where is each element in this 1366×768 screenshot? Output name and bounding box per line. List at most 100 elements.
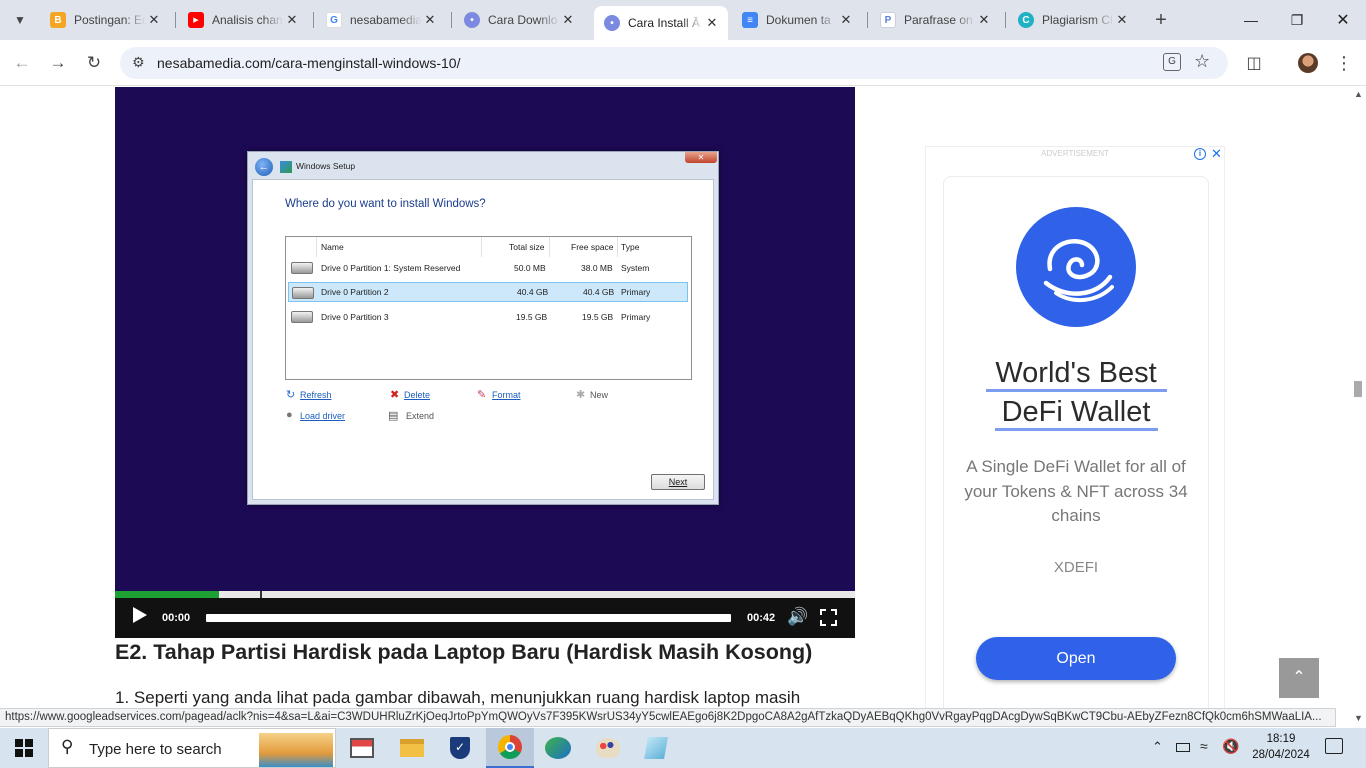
video-player[interactable]: ← Windows Setup ✕ Where do you want to i… xyxy=(115,87,855,638)
ad-info-icon[interactable]: i xyxy=(1194,148,1206,160)
clock[interactable]: 18:19 28/04/2024 xyxy=(1245,731,1317,763)
close-icon[interactable]: ✕ xyxy=(704,15,720,31)
volume-mute-icon[interactable]: 🔇 xyxy=(1222,738,1239,755)
ad-brand: XDEFI xyxy=(1053,559,1099,576)
scroll-to-top-button[interactable]: ⌃ xyxy=(1279,658,1319,698)
notification-icon[interactable] xyxy=(1325,738,1343,754)
extend-link: Extend xyxy=(406,411,435,421)
setup-window-icon xyxy=(280,161,292,173)
advertisement[interactable]: ADVERTISEMENT i ✕ World's Best DeFi Wall… xyxy=(925,146,1225,709)
seek-bar[interactable] xyxy=(206,614,731,622)
tab-search-button[interactable]: ▼ xyxy=(6,6,34,34)
minimize-button[interactable]: — xyxy=(1228,0,1274,40)
fullscreen-icon[interactable] xyxy=(820,609,837,626)
taskbar-app-file-explorer[interactable] xyxy=(388,728,436,768)
refresh-link: Refresh xyxy=(300,390,332,400)
format-link: Format xyxy=(492,390,521,400)
taskbar-app-paint[interactable] xyxy=(584,728,632,768)
extend-icon: ▤ xyxy=(388,410,399,422)
scroll-down-arrow[interactable]: ▼ xyxy=(1354,713,1363,723)
tab-postingan[interactable]: B Postingan: Ed ✕ xyxy=(40,6,170,34)
tab-cara-download[interactable]: • Cara Downlo ✕ xyxy=(454,6,584,34)
close-icon[interactable]: ✕ xyxy=(560,12,576,28)
new-tab-button[interactable]: + xyxy=(1147,6,1175,34)
tab-plagiarism[interactable]: C Plagiarism Cl ✕ xyxy=(1008,6,1138,34)
url-text[interactable]: nesabamedia.com/cara-menginstall-windows… xyxy=(157,55,460,71)
close-icon[interactable]: ✕ xyxy=(146,12,162,28)
forward-button[interactable]: → xyxy=(44,49,72,77)
close-icon[interactable]: ✕ xyxy=(422,12,438,28)
tab-google-search[interactable]: G nesabamedia ✕ xyxy=(316,6,446,34)
paraphrase-icon: P xyxy=(880,12,896,28)
video-controls: 00:00 00:42 🔊 xyxy=(115,598,855,638)
ad-headline-2: DeFi Wallet xyxy=(1001,396,1151,428)
restore-button[interactable]: ❐ xyxy=(1274,0,1320,40)
article-paragraph: 1. Seperti yang anda lihat pada gambar d… xyxy=(115,688,801,707)
taskbar-app-notes[interactable] xyxy=(632,728,680,768)
close-icon[interactable]: ✕ xyxy=(1114,12,1130,28)
partition-table: Name Total size Free space Type Drive 0 … xyxy=(285,236,692,380)
close-icon[interactable]: ✕ xyxy=(838,12,854,28)
close-window-button[interactable]: ✕ xyxy=(1320,0,1366,40)
windows-setup-dialog: ← Windows Setup ✕ Where do you want to i… xyxy=(247,151,719,505)
setup-window-title: Windows Setup xyxy=(296,161,356,171)
browser-tab-strip: ▼ B Postingan: Ed ✕ ▶ Analisis chan ✕ G … xyxy=(0,0,1366,40)
video-buffered-bar xyxy=(115,591,219,598)
start-button[interactable] xyxy=(0,728,48,768)
delete-link: Delete xyxy=(404,390,431,400)
battery-icon[interactable] xyxy=(1176,743,1190,752)
search-icon: ⚲ xyxy=(61,737,74,756)
taskbar-app-download-manager[interactable] xyxy=(534,728,582,768)
tab-parafrase[interactable]: P Parafrase on ✕ xyxy=(870,6,1000,34)
youtube-icon: ▶ xyxy=(188,12,204,28)
new-link: New xyxy=(590,390,609,400)
close-icon[interactable]: ✕ xyxy=(976,12,992,28)
setup-close-button: ✕ xyxy=(685,152,717,163)
ad-close-icon[interactable]: ✕ xyxy=(1211,146,1222,162)
avatar[interactable] xyxy=(1298,53,1318,73)
taskbar-app-photo[interactable] xyxy=(338,728,386,768)
current-time: 00:00 xyxy=(162,612,191,624)
docs-icon: ≡ xyxy=(742,12,758,28)
play-icon[interactable] xyxy=(133,607,147,623)
volume-icon[interactable]: 🔊 xyxy=(787,607,808,627)
scroll-thumb[interactable] xyxy=(1354,381,1362,397)
new-icon: ✱ xyxy=(576,389,586,401)
partition-row: Drive 0 Partition 1: System Reserved 50.… xyxy=(288,258,688,278)
address-bar[interactable]: ⚙ nesabamedia.com/cara-menginstall-windo… xyxy=(120,47,1228,79)
article-heading: E2. Tahap Partisi Hardisk pada Laptop Ba… xyxy=(115,640,813,664)
site-info-icon[interactable]: ⚙ xyxy=(132,54,145,71)
scroll-up-arrow[interactable]: ▲ xyxy=(1354,89,1363,99)
clock-date: 28/04/2024 xyxy=(1252,749,1310,761)
taskbar-search[interactable]: ⚲ Type here to search xyxy=(48,728,336,768)
load-driver-icon: ● xyxy=(286,409,293,421)
tab-cara-install[interactable]: • Cara Install Ā ✕ xyxy=(594,6,728,40)
menu-kebab-icon[interactable]: ⋮ xyxy=(1330,49,1358,77)
tab-analisis[interactable]: ▶ Analisis chan ✕ xyxy=(178,6,308,34)
page-scrollbar[interactable]: ▲ ▼ xyxy=(1350,87,1366,728)
ad-card: World's Best DeFi Wallet A Single DeFi W… xyxy=(943,176,1209,709)
translate-icon[interactable]: G xyxy=(1163,53,1181,71)
video-progress-track[interactable] xyxy=(115,591,855,598)
wifi-icon[interactable]: ≈ xyxy=(1200,738,1208,754)
ad-open-button[interactable]: Open xyxy=(976,637,1176,680)
duration: 00:42 xyxy=(747,612,776,624)
bookmark-star-icon[interactable]: ☆ xyxy=(1194,51,1210,72)
reload-button[interactable]: ↻ xyxy=(80,49,108,77)
taskbar-app-security[interactable]: ✓ xyxy=(436,728,484,768)
web-page: ← Windows Setup ✕ Where do you want to i… xyxy=(0,87,1350,709)
taskbar-app-chrome[interactable] xyxy=(486,728,534,768)
windows-taskbar: ⚲ Type here to search ✓ ⌃ ≈ 🔇 18:19 28/0… xyxy=(0,728,1366,768)
drive-icon xyxy=(292,287,314,299)
show-hidden-icons-icon[interactable]: ⌃ xyxy=(1152,739,1163,755)
tab-dokumen[interactable]: ≡ Dokumen ta ✕ xyxy=(732,6,862,34)
close-icon[interactable]: ✕ xyxy=(284,12,300,28)
next-button: Next xyxy=(651,474,705,490)
extensions-icon[interactable]: ◫ xyxy=(1240,49,1268,77)
plagiarism-icon: C xyxy=(1018,12,1034,28)
back-button[interactable]: ← xyxy=(8,49,36,77)
format-icon: ✎ xyxy=(477,389,487,401)
delete-icon: ✖ xyxy=(390,389,400,401)
ad-body: A Single DeFi Wallet for all of your Tok… xyxy=(964,457,1188,525)
browser-toolbar: ← → ↻ ⚙ nesabamedia.com/cara-menginstall… xyxy=(0,40,1366,86)
